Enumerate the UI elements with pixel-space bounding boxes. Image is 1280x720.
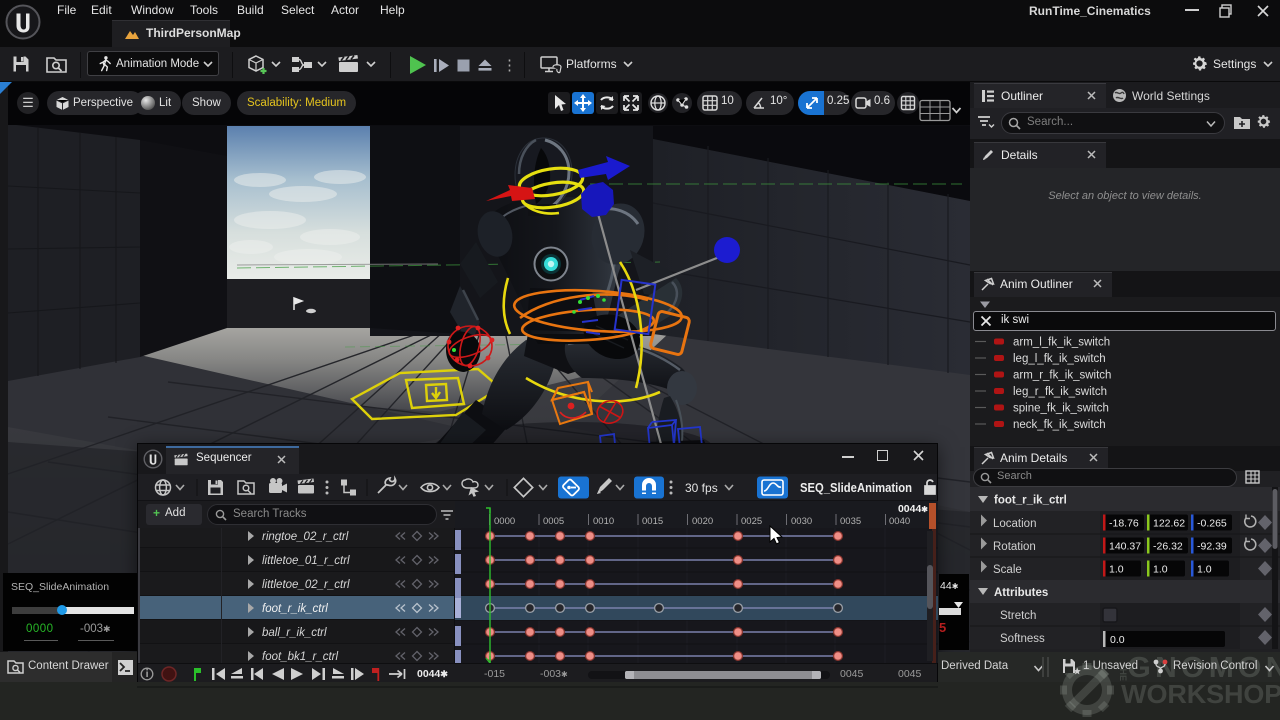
svg-text:0005: 0005 <box>543 516 564 527</box>
svg-text:0035: 0035 <box>840 516 861 527</box>
svg-text:foot_r_ik_ctrl: foot_r_ik_ctrl <box>994 495 1067 507</box>
svg-text:arm_l_fk_ik_switch: arm_l_fk_ik_switch <box>1013 337 1110 349</box>
svg-text:littletoe_02_r_ctrl: littletoe_02_r_ctrl <box>262 579 350 591</box>
svg-text:Location: Location <box>993 518 1036 530</box>
svg-text:foot_r_ik_ctrl: foot_r_ik_ctrl <box>262 603 328 615</box>
svg-text:Attributes: Attributes <box>994 587 1048 599</box>
svg-text:leg_r_fk_ik_switch: leg_r_fk_ik_switch <box>1013 386 1107 398</box>
svg-text:1.0: 1.0 <box>1197 564 1212 576</box>
svg-text:1.0: 1.0 <box>1109 564 1124 576</box>
svg-text:spine_fk_ik_switch: spine_fk_ik_switch <box>1013 403 1109 415</box>
svg-text:WORKSHOP: WORKSHOP <box>1121 679 1280 708</box>
svg-text:neck_fk_ik_switch: neck_fk_ik_switch <box>1013 419 1106 431</box>
svg-text:-18.76: -18.76 <box>1109 518 1139 530</box>
svg-text:arm_r_fk_ik_switch: arm_r_fk_ik_switch <box>1013 370 1111 382</box>
svg-text:Rotation: Rotation <box>993 541 1036 553</box>
svg-text:0040: 0040 <box>889 516 910 527</box>
svg-text:0025: 0025 <box>741 516 762 527</box>
svg-text:30 fps: 30 fps <box>685 481 718 495</box>
svg-text:-92.39: -92.39 <box>1197 541 1227 553</box>
svg-text:0044✱: 0044✱ <box>898 503 928 515</box>
svg-text:SEQ_SlideAnimation: SEQ_SlideAnimation <box>800 481 912 495</box>
svg-text:1.0: 1.0 <box>1153 564 1168 576</box>
svg-text:ringtoe_02_r_ctrl: ringtoe_02_r_ctrl <box>262 531 349 543</box>
svg-text:littletoe_01_r_ctrl: littletoe_01_r_ctrl <box>262 555 350 567</box>
svg-text:0000: 0000 <box>494 516 515 527</box>
svg-text:-26.32: -26.32 <box>1153 541 1183 553</box>
svg-text:Stretch: Stretch <box>1000 610 1036 622</box>
svg-text:0030: 0030 <box>791 516 812 527</box>
svg-text:Softness: Softness <box>1000 633 1045 645</box>
svg-text:0010: 0010 <box>593 516 614 527</box>
svg-text:ball_r_ik_ctrl: ball_r_ik_ctrl <box>262 627 327 639</box>
svg-text:leg_l_fk_ik_switch: leg_l_fk_ik_switch <box>1013 353 1106 365</box>
svg-text:0015: 0015 <box>642 516 663 527</box>
svg-text:-0.265: -0.265 <box>1197 518 1227 530</box>
svg-text:140.37: 140.37 <box>1109 541 1141 553</box>
svg-text:Scale: Scale <box>993 564 1022 576</box>
svg-text:0020: 0020 <box>692 516 713 527</box>
svg-text:foot_bk1_r_ctrl: foot_bk1_r_ctrl <box>262 651 339 663</box>
svg-text:122.62: 122.62 <box>1153 518 1185 530</box>
